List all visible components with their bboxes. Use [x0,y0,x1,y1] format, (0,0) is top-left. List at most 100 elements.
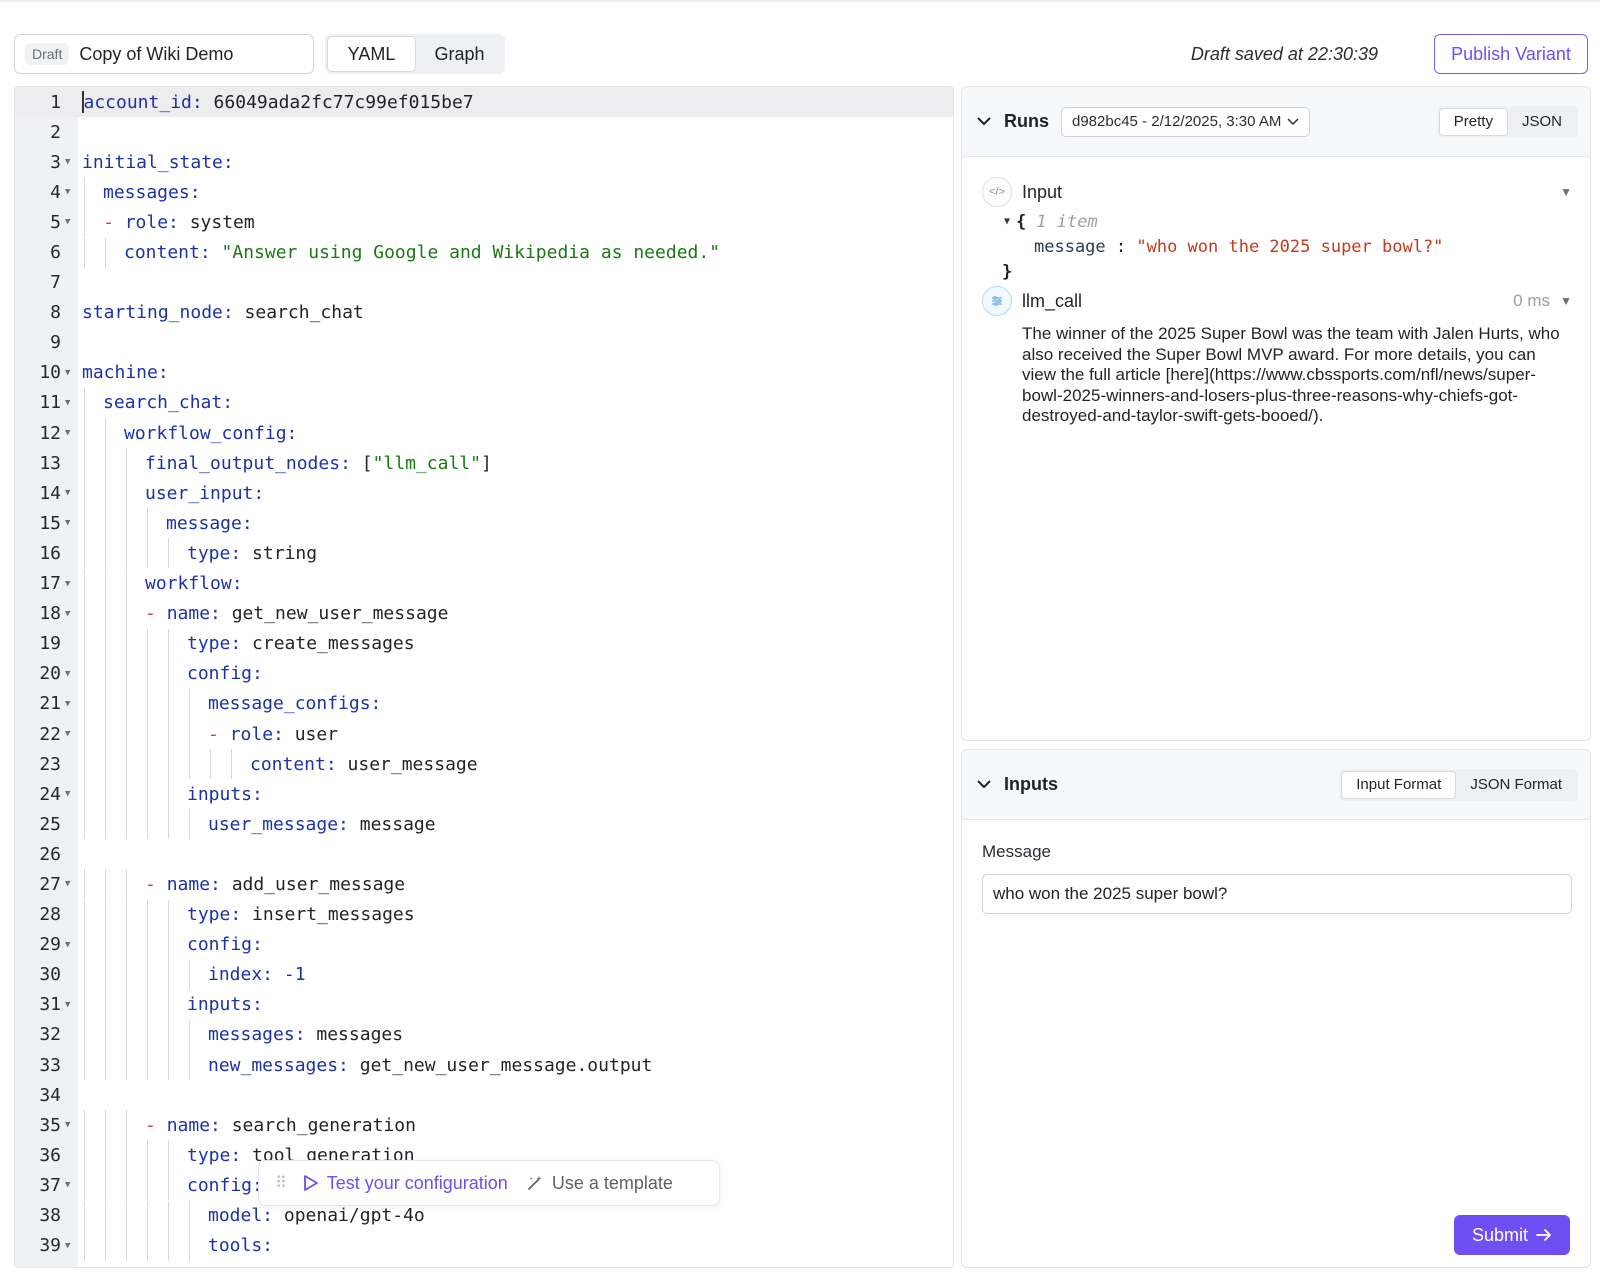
fold-arrow-icon[interactable]: ▼ [65,669,70,679]
list-dash: - [103,211,125,233]
view-json-option[interactable]: JSON [1508,108,1576,136]
expand-caret-icon[interactable]: ▼ [1560,185,1572,199]
indent-guide [82,658,103,689]
expand-caret-icon[interactable]: ▼ [1560,294,1572,308]
code-line[interactable]: 7 [15,268,953,298]
code-line[interactable]: 9 [15,328,953,358]
fold-arrow-icon[interactable]: ▼ [65,187,70,197]
submit-button[interactable]: Submit [1454,1215,1570,1255]
fold-arrow-icon[interactable]: ▼ [65,398,70,408]
fold-arrow-icon[interactable]: ▼ [65,789,70,799]
code-line[interactable]: 1 account_id: 66049ada2fc77c99ef015be7 [15,87,953,118]
run-select-dropdown[interactable]: d982bc45 - 2/12/2025, 3:30 AM [1061,106,1311,137]
collapse-chevron-icon[interactable] [976,776,992,794]
code-line[interactable]: 20 ▼ config: [15,658,953,689]
json-separator: : [1105,236,1137,257]
json-collapse-icon[interactable]: ▼ [1004,216,1010,227]
json-close-line: } [1002,259,1572,284]
fold-arrow-icon[interactable]: ▼ [65,579,70,589]
indent-guide [124,568,145,599]
indent-guide [145,1050,166,1081]
code-line[interactable]: 12 ▼ workflow_config: [15,418,953,449]
fold-arrow-icon[interactable]: ▼ [65,217,70,227]
fold-arrow-icon[interactable]: ▼ [65,609,70,619]
code-line[interactable]: 19 type: create_messages [15,628,953,659]
code-line[interactable]: 25 user_message: message [15,809,953,840]
code-line[interactable]: 22 ▼ - role: user [15,719,953,750]
code-line[interactable]: 39 ▼ tools: [15,1230,953,1261]
code-line[interactable]: 23 content: user_message [15,749,953,780]
code-line[interactable]: 21 ▼ message_configs: [15,688,953,719]
code-line[interactable]: 6 content: "Answer using Google and Wikip… [15,237,953,268]
run-view-toggle: Pretty JSON [1436,105,1578,138]
yaml-editor[interactable]: 1 account_id: 66049ada2fc77c99ef015be7 2 3 ▼… [14,86,954,1268]
fold-arrow-icon[interactable]: ▼ [65,879,70,889]
fold-arrow-icon[interactable]: ▼ [65,1241,70,1251]
fold-arrow-icon[interactable]: ▼ [65,1000,70,1010]
indent-guide [124,1230,145,1261]
publish-variant-button[interactable]: Publish Variant [1434,34,1588,74]
code-line[interactable]: 17 ▼ workflow: [15,568,953,599]
view-pretty-option[interactable]: Pretty [1438,107,1508,136]
code-line[interactable]: 26 [15,839,953,869]
yaml-value: search_chat [233,302,364,324]
fold-arrow-icon[interactable]: ▼ [65,518,70,528]
variant-name-field[interactable]: Draft Copy of Wiki Demo [14,34,314,74]
indent-guide [82,1140,103,1171]
variant-name[interactable]: Copy of Wiki Demo [79,44,233,65]
code-line[interactable]: 3 ▼ initial_state: [15,147,953,177]
drag-handle-icon[interactable]: ⠿ [275,1173,287,1193]
fold-arrow-icon[interactable]: ▼ [65,729,70,739]
code-line[interactable]: 14 ▼ user_input: [15,478,953,509]
fold-arrow-icon[interactable]: ▼ [65,157,70,167]
code-line[interactable]: 11 ▼ search_chat: [15,387,953,418]
trace-item-input[interactable]: </> Input ▼ [982,175,1572,209]
code-line[interactable]: 15 ▼ message: [15,508,953,539]
code-line[interactable]: 4 ▼ messages: [15,177,953,208]
code-lines: 1 account_id: 66049ada2fc77c99ef015be7 2 3 ▼… [15,87,953,1261]
test-configuration-button[interactable]: Test your configuration [303,1173,508,1194]
code-line[interactable]: 5 ▼ - role: system [15,207,953,238]
tab-yaml[interactable]: YAML [327,36,416,72]
code-line[interactable]: 32 messages: messages [15,1019,953,1050]
code-line[interactable]: 8 starting_node: search_chat [15,298,953,328]
indent-guide [82,478,103,509]
input-format-option[interactable]: Input Format [1341,770,1457,799]
json-format-option[interactable]: JSON Format [1456,771,1576,799]
code-text: final_output_nodes: ["llm_call"] [82,448,492,479]
code-line[interactable]: 27 ▼ - name: add_user_message [15,869,953,900]
fold-arrow-icon[interactable]: ▼ [65,940,70,950]
indent-guide [166,1230,187,1261]
fold-arrow-icon[interactable]: ▼ [65,428,70,438]
use-template-button[interactable]: Use a template [526,1173,673,1194]
collapse-chevron-icon[interactable] [976,113,992,131]
code-line[interactable]: 28 type: insert_messages [15,899,953,930]
code-text: message_configs: [82,688,381,719]
indent-guide [145,899,166,930]
code-line[interactable]: 16 type: string [15,538,953,569]
tab-graph[interactable]: Graph [416,36,503,72]
indent-guide [103,959,124,990]
code-line[interactable]: 24 ▼ inputs: [15,779,953,810]
trace-item-llm-call[interactable]: llm_call 0 ms ▼ [982,284,1572,318]
code-text: content: user_message [82,749,478,780]
code-line[interactable]: 13 final_output_nodes: ["llm_call"] [15,448,953,479]
code-line[interactable]: 10 ▼ machine: [15,358,953,388]
code-line[interactable]: 2 [15,117,953,147]
fold-arrow-icon[interactable]: ▼ [65,488,70,498]
code-line[interactable]: 30 index: -1 [15,959,953,990]
fold-arrow-icon[interactable]: ▼ [65,1120,70,1130]
code-line[interactable]: 29 ▼ config: [15,929,953,960]
code-line[interactable]: 34 [15,1080,953,1110]
message-input[interactable] [982,874,1572,914]
indent-guide [103,658,124,689]
code-line[interactable]: 31 ▼ inputs: [15,989,953,1020]
code-line[interactable]: 18 ▼ - name: get_new_user_message [15,598,953,629]
line-number: 31 [39,994,61,1016]
indent-guide [124,598,145,629]
fold-arrow-icon[interactable]: ▼ [65,368,70,378]
code-line[interactable]: 35 ▼ - name: search_generation [15,1110,953,1141]
code-line[interactable]: 33 new_messages: get_new_user_message.out… [15,1050,953,1081]
fold-arrow-icon[interactable]: ▼ [65,699,70,709]
fold-arrow-icon[interactable]: ▼ [65,1180,70,1190]
